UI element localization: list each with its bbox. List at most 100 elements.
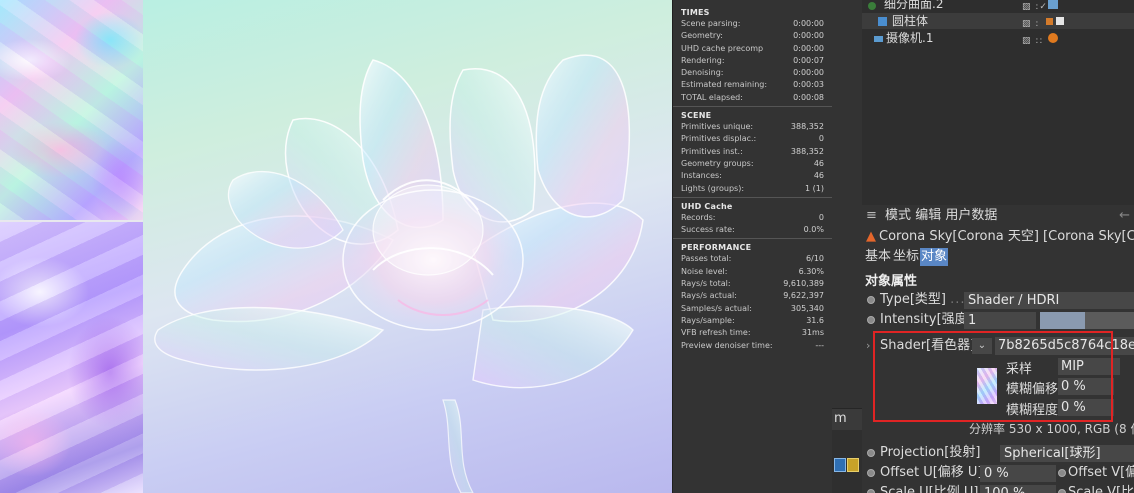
side-strip: m xyxy=(832,0,862,493)
object-tree: 细分曲面.2 ▨ :✓ 圆柱体 ▨ : 摄像机.1 ▨ :: xyxy=(862,0,1134,205)
stats-value: 305,340 xyxy=(790,303,824,313)
keyframe-radio[interactable] xyxy=(867,316,875,324)
tree-item-subdivision[interactable]: 细分曲面.2 ▨ :✓ xyxy=(862,0,1134,12)
stats-value: 46 xyxy=(813,171,824,181)
hamburger-icon[interactable]: ≡ xyxy=(866,208,877,223)
back-arrow-icon[interactable]: ← xyxy=(1119,205,1130,227)
stats-row: Rendering: 0:00:07 xyxy=(681,55,824,67)
texture-thumbnail-top[interactable] xyxy=(0,0,143,220)
stats-label: Primitives displac.: xyxy=(681,134,757,144)
stats-label: Instances: xyxy=(681,171,722,181)
tree-item-label: 摄像机.1 xyxy=(886,31,934,45)
camera-icon xyxy=(874,36,883,42)
stats-row: Rays/s actual: 9,622,397 xyxy=(681,290,824,302)
stats-value: 1 (1) xyxy=(805,183,824,193)
checker-tag-icon[interactable] xyxy=(1056,17,1064,25)
attribute-menubar: ≡ 模式 编辑 用户数据 ← xyxy=(862,205,1134,227)
attribute-tabs: 基本 坐标 对象 xyxy=(864,248,949,266)
tree-item-label: 圆柱体 xyxy=(892,14,929,28)
keyframe-radio[interactable] xyxy=(867,449,875,457)
stats-value: 0:00:03 xyxy=(793,80,824,90)
offset-v-label: Offset V[偏 xyxy=(1068,465,1134,480)
keyframe-radio[interactable] xyxy=(867,296,875,304)
texture-resolution: 分辨率 530 x 1000, RGB (8 位 xyxy=(969,422,1134,436)
stats-label: Geometry groups: xyxy=(681,158,754,168)
stats-section-scene: SCENE Primitives unique: 388,352 Primitiv… xyxy=(681,111,824,195)
tab-coord[interactable]: 坐标 xyxy=(892,248,920,266)
stats-row: Denoising: 0:00:00 xyxy=(681,67,824,79)
stats-section-title: UHD Cache xyxy=(681,201,733,211)
stats-label: Lights (groups): xyxy=(681,183,745,193)
menu-user-data[interactable]: 用户数据 xyxy=(945,208,997,223)
texture-thumbnail-bottom[interactable] xyxy=(0,222,143,493)
stats-row: Rays/s total: 9,610,389 xyxy=(681,278,824,290)
cylinder-icon xyxy=(878,17,887,26)
stats-row: Geometry groups: 46 xyxy=(681,158,824,170)
keyframe-radio[interactable] xyxy=(1058,469,1066,477)
type-select[interactable]: Shader / HDRI xyxy=(964,292,1134,309)
stats-row: Rays/sample: 31.6 xyxy=(681,315,824,327)
stats-row: Instances: 46 xyxy=(681,170,824,182)
section-title: 对象属性 xyxy=(865,274,918,289)
highlight-box xyxy=(873,331,1113,422)
visibility-flags[interactable]: ▨ :: xyxy=(1022,33,1043,49)
stats-label: Success rate: xyxy=(681,225,735,235)
side-strip-tab[interactable]: m xyxy=(832,408,862,430)
stats-label: Primitives unique: xyxy=(681,122,754,132)
stats-row: VFB refresh time: 31ms xyxy=(681,327,824,339)
menu-mode[interactable]: 模式 xyxy=(885,208,911,223)
stats-label: Samples/s actual: xyxy=(681,303,752,313)
stats-row: Records: 0 xyxy=(681,212,824,224)
tab-basic[interactable]: 基本 xyxy=(864,248,892,266)
stats-row: UHD cache precomp 0:00:00 xyxy=(681,43,824,55)
layout-icon[interactable] xyxy=(834,458,846,472)
scale-u-input[interactable]: 100 % xyxy=(980,485,1056,493)
stats-label: Passes total: xyxy=(681,254,732,264)
intensity-input[interactable]: 1 xyxy=(964,312,1036,329)
film-icon[interactable] xyxy=(847,458,859,472)
keyframe-radio[interactable] xyxy=(867,469,875,477)
tab-object[interactable]: 对象 xyxy=(920,248,949,266)
stats-row: Passes total: 6/10 xyxy=(681,253,824,265)
protection-tag-icon[interactable] xyxy=(1048,33,1058,43)
stats-value: 9,610,389 xyxy=(783,279,824,289)
scale-row: Scale U[比例 U] 100 % Scale V[比例 xyxy=(862,483,1134,493)
stats-value: 0.0% xyxy=(803,225,824,235)
render-stats-panel: TIMES Scene parsing: 0:00:00 Geometry: 0:0… xyxy=(672,0,832,493)
intensity-slider-fill xyxy=(1040,312,1085,329)
stats-value: 6/10 xyxy=(806,254,824,264)
offset-u-input[interactable]: 0 % xyxy=(980,465,1056,482)
stats-section-title: PERFORMANCE xyxy=(681,243,752,253)
tag-icon[interactable] xyxy=(1048,0,1058,9)
stats-row: Samples/s actual: 305,340 xyxy=(681,303,824,315)
material-tag-icon[interactable] xyxy=(1046,18,1053,25)
stats-label: Geometry: xyxy=(681,31,724,41)
stats-label: Rays/s total: xyxy=(681,279,731,289)
stats-divider xyxy=(673,238,832,240)
intensity-row: Intensity[强度] 1 xyxy=(862,310,1134,330)
stats-value: --- xyxy=(815,340,824,350)
projection-label: Projection[投射] xyxy=(880,445,981,460)
stats-row: Scene parsing: 0:00:00 xyxy=(681,18,824,30)
stats-value: 0:00:00 xyxy=(793,43,824,53)
stats-value: 388,352 xyxy=(790,122,824,132)
stats-row: Estimated remaining: 0:00:03 xyxy=(681,79,824,91)
menu-edit[interactable]: 编辑 xyxy=(915,208,941,223)
stats-row: Lights (groups): 1 (1) xyxy=(681,183,824,195)
side-strip-toolbar xyxy=(832,452,862,478)
stats-value: 6.30% xyxy=(798,266,824,276)
projection-select[interactable]: Spherical[球形] xyxy=(1000,445,1134,462)
expand-caret-icon[interactable]: › xyxy=(866,335,870,357)
type-row: Type[类型] .... Shader / HDRI xyxy=(862,290,1134,310)
tree-item-camera[interactable]: 摄像机.1 ▨ :: xyxy=(862,30,1134,46)
stats-section-performance: PERFORMANCE Passes total: 6/10 Noise leve… xyxy=(681,243,824,351)
keyframe-radio[interactable] xyxy=(867,489,875,493)
stats-row: Preview denoiser time: --- xyxy=(681,340,824,352)
tree-item-cylinder[interactable]: 圆柱体 ▨ : xyxy=(862,13,1134,29)
stats-row: Primitives inst.: 388,352 xyxy=(681,146,824,158)
render-viewport[interactable] xyxy=(143,0,672,493)
object-title: ▲ Corona Sky[Corona 天空] [Corona Sky[CR 天 xyxy=(862,227,1134,247)
keyframe-radio[interactable] xyxy=(1058,489,1066,493)
stats-label: UHD cache precomp xyxy=(681,43,764,53)
corona-sky-icon: ▲ xyxy=(866,229,876,244)
